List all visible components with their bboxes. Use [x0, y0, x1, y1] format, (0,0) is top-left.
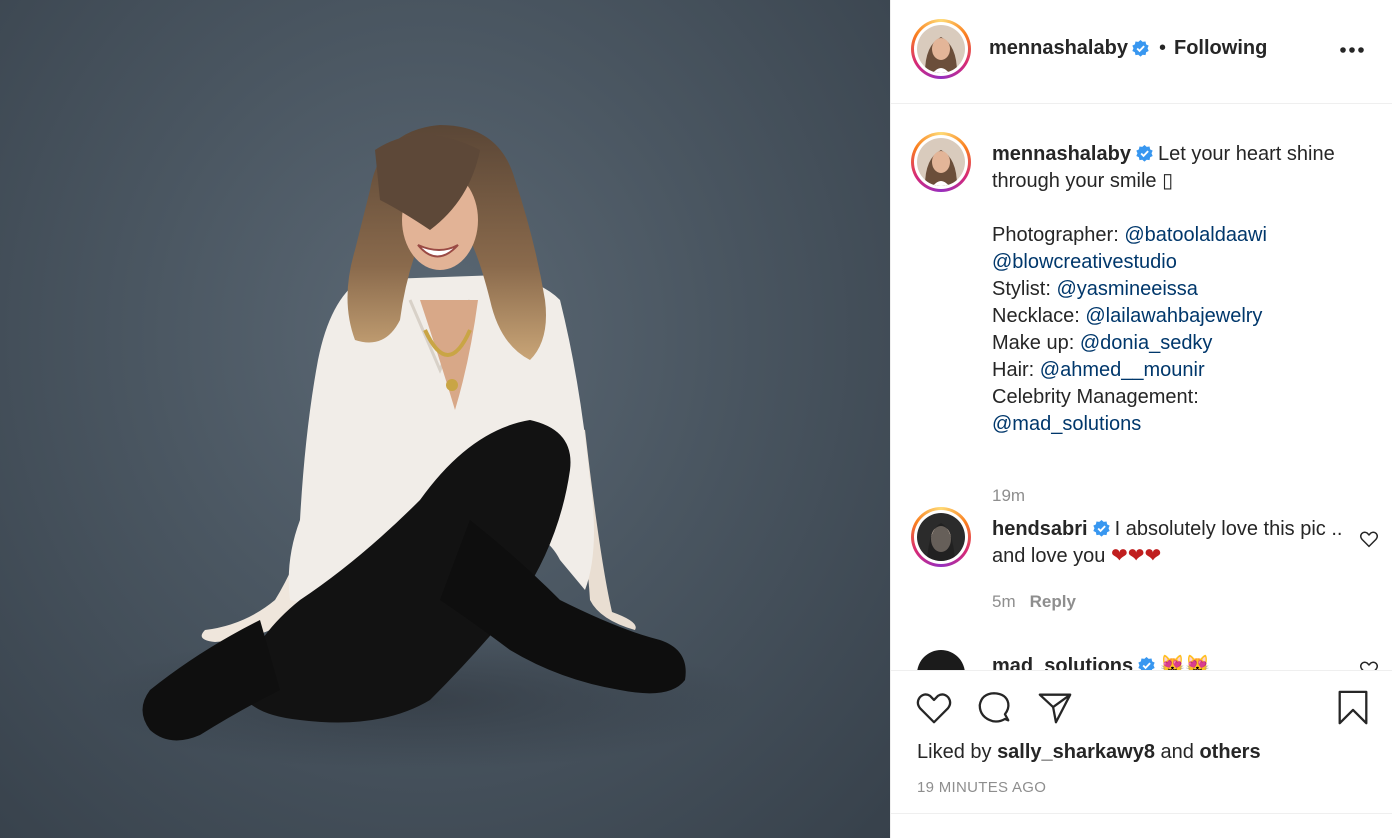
likes-others-link[interactable]: others: [1199, 741, 1260, 763]
comment-body: 😻😻: [1160, 655, 1210, 670]
like-comment-heart-icon[interactable]: [1359, 530, 1379, 548]
post-header: mennashalaby • Following: [891, 0, 1392, 104]
comment-icon[interactable]: [975, 689, 1013, 727]
likes-summary: Liked by sally_sharkawy8 and others: [917, 741, 1261, 764]
like-comment-heart-icon[interactable]: [1359, 660, 1379, 670]
heart-emojis: ❤❤❤: [1110, 545, 1162, 567]
caption-line: Stylist:: [992, 278, 1057, 300]
caption-line: [992, 195, 1364, 222]
reply-button[interactable]: Reply: [1030, 592, 1076, 611]
mention-link[interactable]: @mad_solutions: [992, 413, 1141, 435]
post-photo-illustration: [90, 125, 750, 770]
caption-line: Celebrity Management:: [992, 386, 1199, 408]
post-photo[interactable]: [0, 0, 890, 838]
post-side-panel: mennashalaby • Following mennashalaby Le…: [890, 0, 1392, 838]
caption-line: through your smile ▯: [992, 170, 1174, 192]
verified-icon: [1136, 144, 1153, 162]
commenter-username[interactable]: mad_solutions: [992, 655, 1133, 670]
caption-line: Necklace:: [992, 305, 1086, 327]
comments-list[interactable]: mennashalaby Let your heart shine through…: [891, 104, 1392, 670]
caption-line: Hair:: [992, 359, 1040, 381]
caption-text: mennashalaby Let your heart shine through…: [992, 141, 1364, 438]
author-avatar[interactable]: [911, 132, 971, 192]
verified-icon: [1092, 519, 1110, 537]
caption-line: Let your heart shine: [1157, 143, 1335, 165]
caption-line: Make up:: [992, 332, 1080, 354]
verified-icon: [1132, 39, 1149, 57]
caption-username[interactable]: mennashalaby: [992, 143, 1131, 165]
likes-prefix: Liked by: [917, 741, 992, 763]
post-timestamp[interactable]: 19 MINUTES AGO: [917, 779, 1046, 796]
more-icon[interactable]: [1339, 46, 1365, 54]
heart-icon[interactable]: [915, 689, 953, 727]
mention-link[interactable]: @ahmed__mounir: [1040, 359, 1205, 381]
mention-link[interactable]: @lailawahbajewelry: [1085, 305, 1262, 327]
caption-time[interactable]: 19m: [992, 486, 1025, 506]
mention-link[interactable]: @yasmineeissa: [1056, 278, 1197, 300]
caption-line: Photographer:: [992, 224, 1125, 246]
comment-meta: 5m Reply: [992, 592, 1076, 612]
post-actions: Liked by sally_sharkawy8 and others 19 M…: [891, 670, 1392, 814]
following-button[interactable]: Following: [1174, 37, 1267, 60]
share-icon[interactable]: [1036, 689, 1074, 727]
author-avatar[interactable]: [911, 19, 971, 79]
bookmark-icon[interactable]: [1335, 689, 1371, 727]
mention-link[interactable]: @batoolaldaawi: [1124, 224, 1267, 246]
comment-text: hendsabri I absolutely love this pic .. a…: [992, 516, 1364, 570]
separator-dot: •: [1159, 37, 1167, 59]
commenter-avatar[interactable]: [911, 507, 971, 567]
verified-icon: [1138, 656, 1155, 670]
likes-conj: and: [1160, 741, 1194, 763]
comment-text: mad_solutions 😻😻: [992, 653, 1364, 670]
comment-time[interactable]: 5m: [992, 592, 1016, 611]
commenter-username[interactable]: hendsabri: [992, 518, 1088, 540]
author-username[interactable]: mennashalaby: [989, 37, 1128, 60]
liker-username[interactable]: sally_sharkawy8: [997, 741, 1155, 763]
commenter-avatar[interactable]: [911, 644, 971, 670]
mention-link[interactable]: @donia_sedky: [1080, 332, 1213, 354]
mention-link[interactable]: @blowcreativestudio: [992, 251, 1177, 273]
